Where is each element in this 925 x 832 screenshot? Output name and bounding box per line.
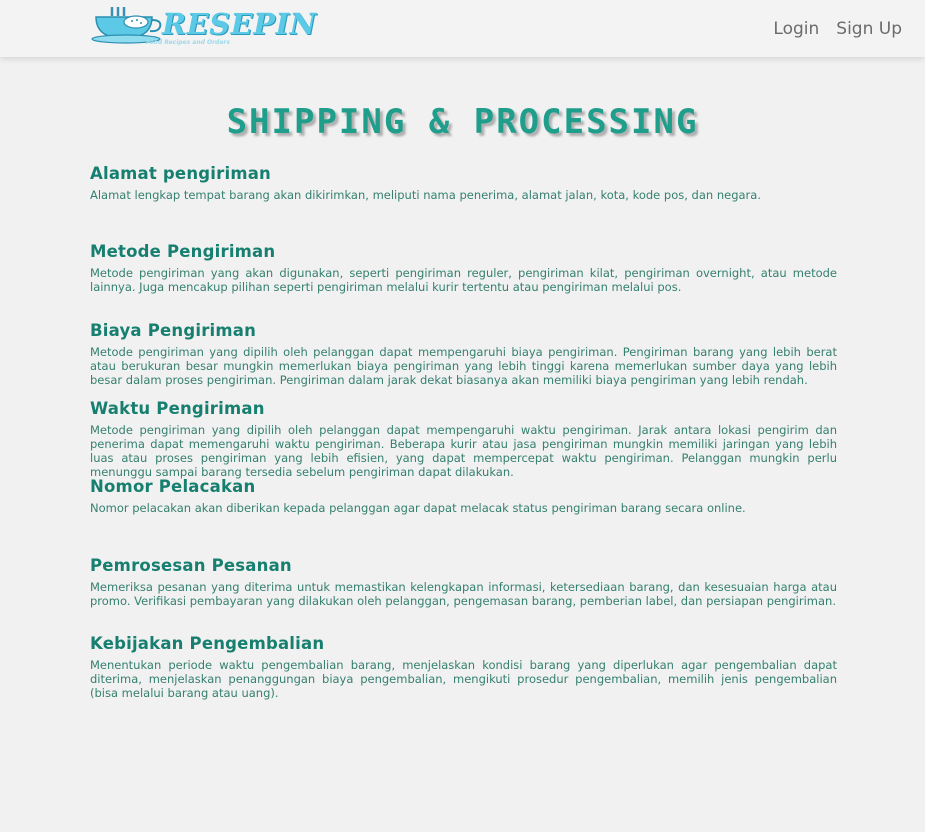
login-link[interactable]: Login	[773, 18, 819, 40]
section-heading: Nomor Pelacakan	[90, 477, 256, 496]
section-body: Alamat lengkap tempat barang akan dikiri…	[90, 188, 761, 202]
section-heading: Pemrosesan Pesanan	[90, 556, 292, 575]
section-biaya-pengiriman: Biaya Pengiriman Metode pengiriman yang …	[90, 320, 837, 387]
logo-tagline: Food Recipes and Orders	[146, 39, 230, 46]
logo-text: RESEPIN	[162, 7, 317, 41]
page-title: SHIPPING & PROCESSING	[226, 102, 699, 142]
section-body: Metode pengiriman yang dipilih oleh pela…	[90, 423, 837, 479]
nav-links: Login Sign Up	[773, 18, 902, 40]
section-heading: Waktu Pengiriman	[90, 399, 265, 418]
section-heading: Metode Pengiriman	[90, 242, 276, 261]
section-heading: Biaya Pengiriman	[90, 321, 257, 340]
section-waktu-pengiriman: Waktu Pengiriman Metode pengiriman yang …	[90, 398, 837, 479]
section-heading: Alamat pengiriman	[90, 164, 272, 183]
section-body: Metode pengiriman yang akan digunakan, s…	[90, 266, 837, 294]
site-logo[interactable]: RESEPIN Food Recipes and Orders	[90, 5, 316, 47]
section-metode-pengiriman: Metode Pengiriman Metode pengiriman yang…	[90, 241, 837, 294]
section-body: Metode pengiriman yang dipilih oleh pela…	[90, 345, 837, 387]
section-body: Memeriksa pesanan yang diterima untuk me…	[90, 580, 837, 608]
navbar: RESEPIN Food Recipes and Orders Login Si…	[0, 0, 925, 57]
section-kebijakan-pengembalian: Kebijakan Pengembalian Menentukan period…	[90, 633, 837, 700]
section-pemrosesan-pesanan: Pemrosesan Pesanan Memeriksa pesanan yan…	[90, 555, 837, 608]
signup-link[interactable]: Sign Up	[836, 18, 902, 40]
section-alamat-pengiriman: Alamat pengiriman Alamat lengkap tempat …	[90, 163, 837, 202]
section-nomor-pelacakan: Nomor Pelacakan Nomor pelacakan akan dib…	[90, 476, 837, 515]
section-body: Menentukan periode waktu pengembalian ba…	[90, 658, 837, 700]
section-heading: Kebijakan Pengembalian	[90, 634, 325, 653]
section-body: Nomor pelacakan akan diberikan kepada pe…	[90, 501, 746, 515]
